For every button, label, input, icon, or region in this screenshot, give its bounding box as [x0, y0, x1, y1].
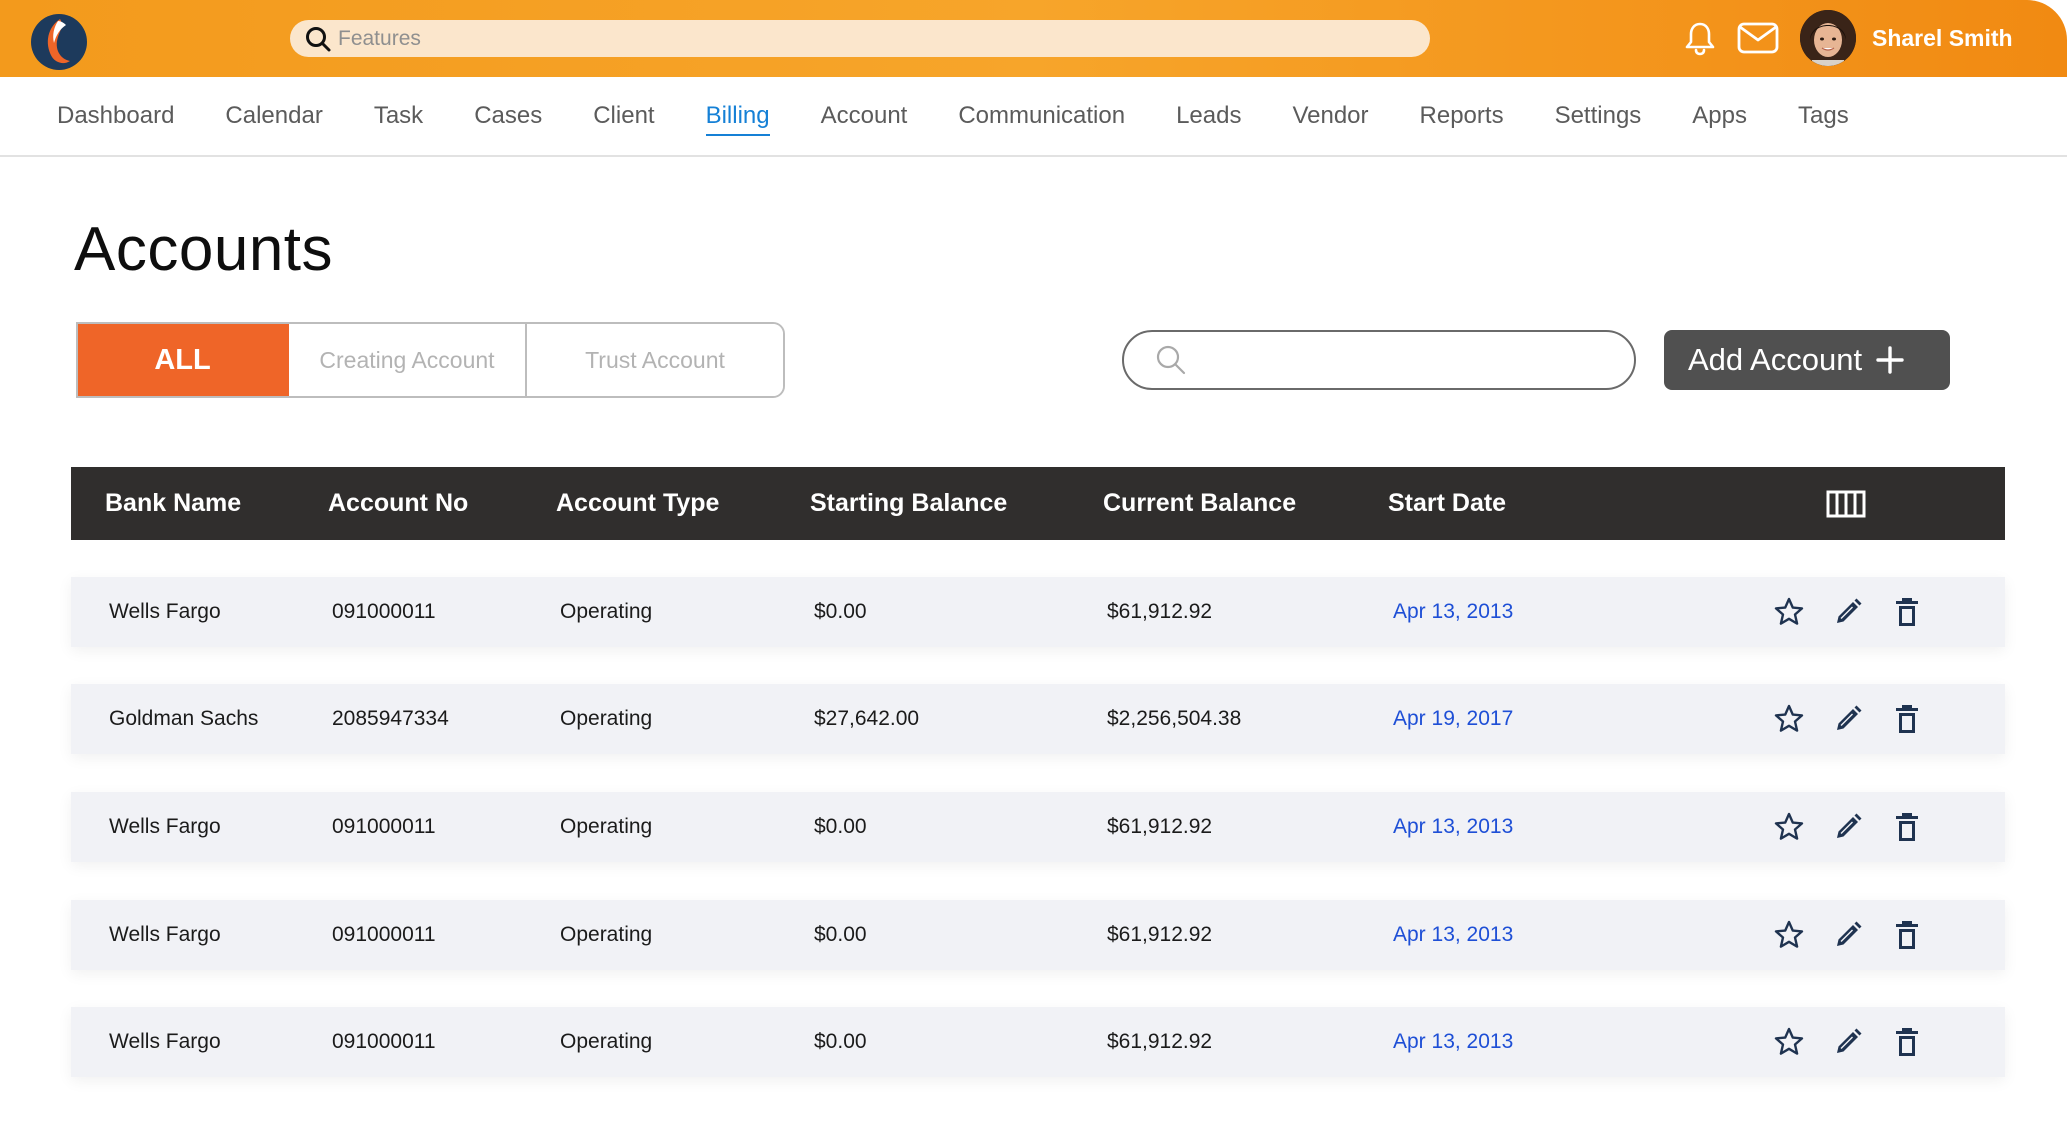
global-search[interactable]	[290, 20, 1430, 57]
cell-starting-balance: $0.00	[814, 1030, 867, 1053]
columns-icon[interactable]	[1826, 490, 1866, 518]
edit-pencil-icon[interactable]	[1832, 596, 1864, 628]
cell-start-date[interactable]: Apr 13, 2013	[1393, 1030, 1513, 1054]
nav-item-cases[interactable]: Cases	[474, 96, 542, 136]
cell-account-no: 091000011	[332, 815, 436, 838]
cell-bank-name: Goldman Sachs	[109, 707, 259, 730]
add-account-button[interactable]: Add Account	[1664, 330, 1950, 390]
column-header-bank-name[interactable]: Bank Name	[105, 489, 241, 518]
search-icon	[306, 26, 331, 51]
cell-current-balance: $61,912.92	[1107, 923, 1213, 946]
edit-pencil-icon[interactable]	[1832, 919, 1864, 951]
nav-item-account[interactable]: Account	[821, 96, 908, 136]
column-header-account-no[interactable]: Account No	[328, 489, 468, 518]
nav-item-client[interactable]: Client	[593, 96, 654, 136]
cell-starting-balance: $0.00	[814, 923, 867, 946]
table-row: Wells Fargo 091000011 Operating $0.00 $6…	[71, 577, 2005, 647]
nav-item-communication[interactable]: Communication	[958, 96, 1125, 136]
tab-trust-account[interactable]: Trust Account	[527, 324, 783, 396]
trash-icon[interactable]	[1891, 919, 1923, 951]
star-icon[interactable]	[1773, 1026, 1805, 1058]
cell-bank-name: Wells Fargo	[109, 1030, 221, 1053]
nav-item-tags[interactable]: Tags	[1798, 96, 1849, 136]
cell-account-type: Operating	[560, 815, 653, 838]
cell-account-no: 091000011	[332, 1030, 436, 1053]
column-header-starting-balance[interactable]: Starting Balance	[810, 489, 1007, 518]
search-icon	[1156, 345, 1186, 375]
nav-item-settings[interactable]: Settings	[1555, 96, 1642, 136]
cell-start-date[interactable]: Apr 13, 2013	[1393, 815, 1513, 839]
avatar[interactable]	[1800, 10, 1856, 66]
accounts-search[interactable]	[1122, 330, 1636, 390]
accounts-search-input[interactable]	[1198, 347, 1618, 373]
cell-current-balance: $2,256,504.38	[1107, 707, 1242, 730]
star-icon[interactable]	[1773, 703, 1805, 735]
main-nav: Dashboard Calendar Task Cases Client Bil…	[0, 77, 2067, 157]
cell-account-no: 091000011	[332, 600, 436, 623]
cell-current-balance: $61,912.92	[1107, 815, 1213, 838]
page-title: Accounts	[74, 215, 334, 284]
table-row: Goldman Sachs 2085947334 Operating $27,6…	[71, 684, 2005, 754]
cell-account-no: 2085947334	[332, 707, 449, 730]
edit-pencil-icon[interactable]	[1832, 1026, 1864, 1058]
table-row: Wells Fargo 091000011 Operating $0.00 $6…	[71, 1007, 2005, 1077]
cell-account-no: 091000011	[332, 923, 436, 946]
cell-start-date[interactable]: Apr 13, 2013	[1393, 923, 1513, 947]
cell-bank-name: Wells Fargo	[109, 600, 221, 623]
column-header-current-balance[interactable]: Current Balance	[1103, 489, 1296, 518]
cell-start-date[interactable]: Apr 13, 2013	[1393, 600, 1513, 624]
top-bar: Sharel Smith	[0, 0, 2067, 77]
cell-account-type: Operating	[560, 600, 653, 623]
nav-item-task[interactable]: Task	[374, 96, 423, 136]
nav-item-apps[interactable]: Apps	[1692, 96, 1747, 136]
trash-icon[interactable]	[1891, 596, 1923, 628]
cell-starting-balance: $27,642.00	[814, 707, 920, 730]
account-filter-tabs: ALL Creating Account Trust Account	[76, 322, 785, 398]
column-header-account-type[interactable]: Account Type	[556, 489, 719, 518]
table-row: Wells Fargo 091000011 Operating $0.00 $6…	[71, 792, 2005, 862]
nav-item-reports[interactable]: Reports	[1420, 96, 1504, 136]
cell-account-type: Operating	[560, 1030, 653, 1053]
cell-bank-name: Wells Fargo	[109, 815, 221, 838]
edit-pencil-icon[interactable]	[1832, 811, 1864, 843]
cell-start-date[interactable]: Apr 19, 2017	[1393, 707, 1513, 731]
tab-all[interactable]: ALL	[78, 324, 289, 396]
star-icon[interactable]	[1773, 811, 1805, 843]
star-icon[interactable]	[1773, 919, 1805, 951]
plus-icon	[1876, 346, 1904, 374]
cell-starting-balance: $0.00	[814, 600, 867, 623]
add-account-label: Add Account	[1688, 342, 1863, 377]
cell-bank-name: Wells Fargo	[109, 923, 221, 946]
nav-item-leads[interactable]: Leads	[1176, 96, 1241, 136]
user-name[interactable]: Sharel Smith	[1872, 25, 2013, 52]
app-logo[interactable]	[30, 13, 88, 71]
edit-pencil-icon[interactable]	[1832, 703, 1864, 735]
cell-starting-balance: $0.00	[814, 815, 867, 838]
star-icon[interactable]	[1773, 596, 1805, 628]
bell-icon[interactable]	[1683, 20, 1717, 56]
trash-icon[interactable]	[1891, 1026, 1923, 1058]
table-header: Bank Name Account No Account Type Starti…	[71, 467, 2005, 540]
nav-item-vendor[interactable]: Vendor	[1292, 96, 1368, 136]
cell-current-balance: $61,912.92	[1107, 1030, 1213, 1053]
avatar-image	[1800, 10, 1856, 66]
cell-account-type: Operating	[560, 923, 653, 946]
cell-account-type: Operating	[560, 707, 653, 730]
trash-icon[interactable]	[1891, 811, 1923, 843]
cell-current-balance: $61,912.92	[1107, 600, 1213, 623]
nav-item-dashboard[interactable]: Dashboard	[57, 96, 174, 136]
mail-icon[interactable]	[1737, 22, 1779, 54]
nav-item-billing[interactable]: Billing	[705, 96, 770, 136]
table-row: Wells Fargo 091000011 Operating $0.00 $6…	[71, 900, 2005, 970]
nav-item-calendar[interactable]: Calendar	[225, 96, 322, 136]
trash-icon[interactable]	[1891, 703, 1923, 735]
global-search-input[interactable]	[338, 26, 1398, 51]
column-header-start-date[interactable]: Start Date	[1388, 489, 1506, 518]
tab-creating-account[interactable]: Creating Account	[289, 324, 527, 396]
